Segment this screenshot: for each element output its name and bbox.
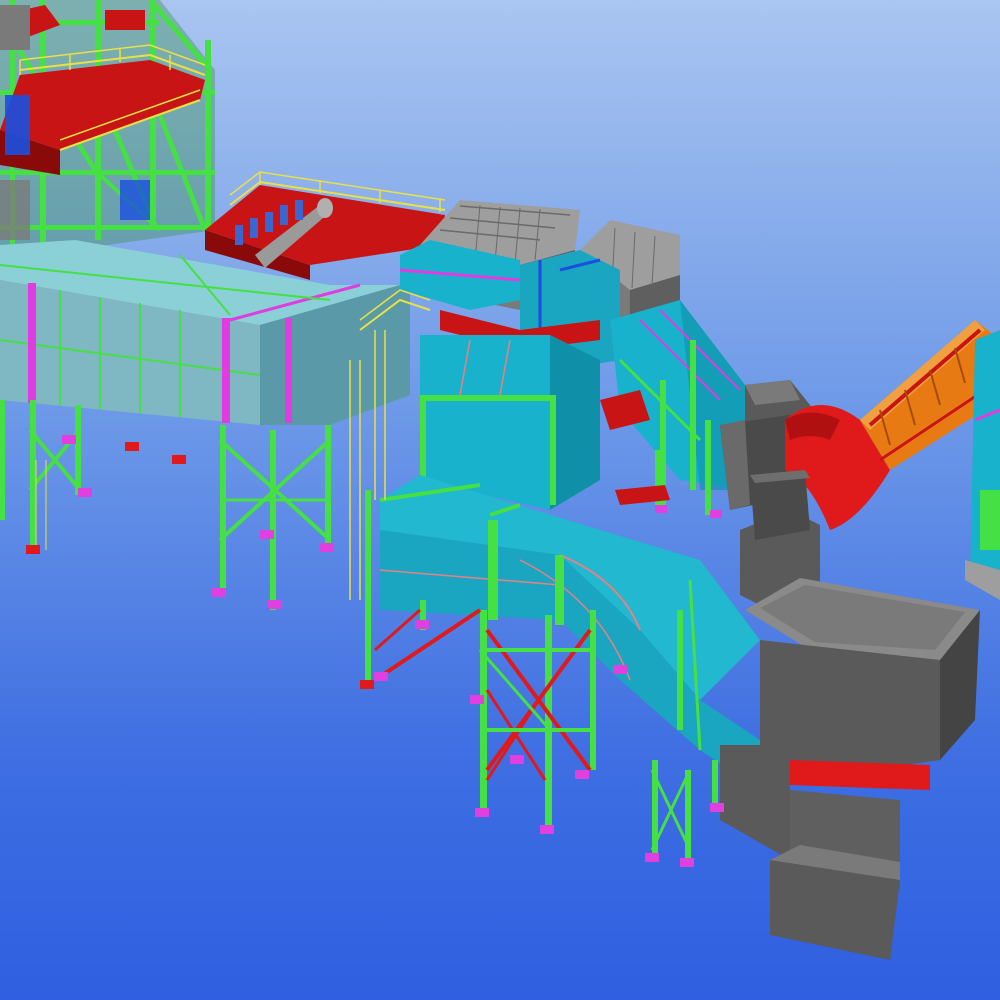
3d-model-viewport[interactable] <box>0 0 1000 1000</box>
support-frame-lower-right <box>650 760 718 865</box>
right-slanted-duct <box>600 300 745 510</box>
grey-hopper-unit <box>720 470 980 960</box>
support-frame-left <box>0 400 82 550</box>
support-frame-centre-left <box>218 425 332 610</box>
steel-structure-model[interactable] <box>0 0 1000 1000</box>
support-frame-centre <box>478 610 596 830</box>
upper-tower-structure <box>0 0 215 260</box>
horizontal-duct-left <box>0 240 410 425</box>
